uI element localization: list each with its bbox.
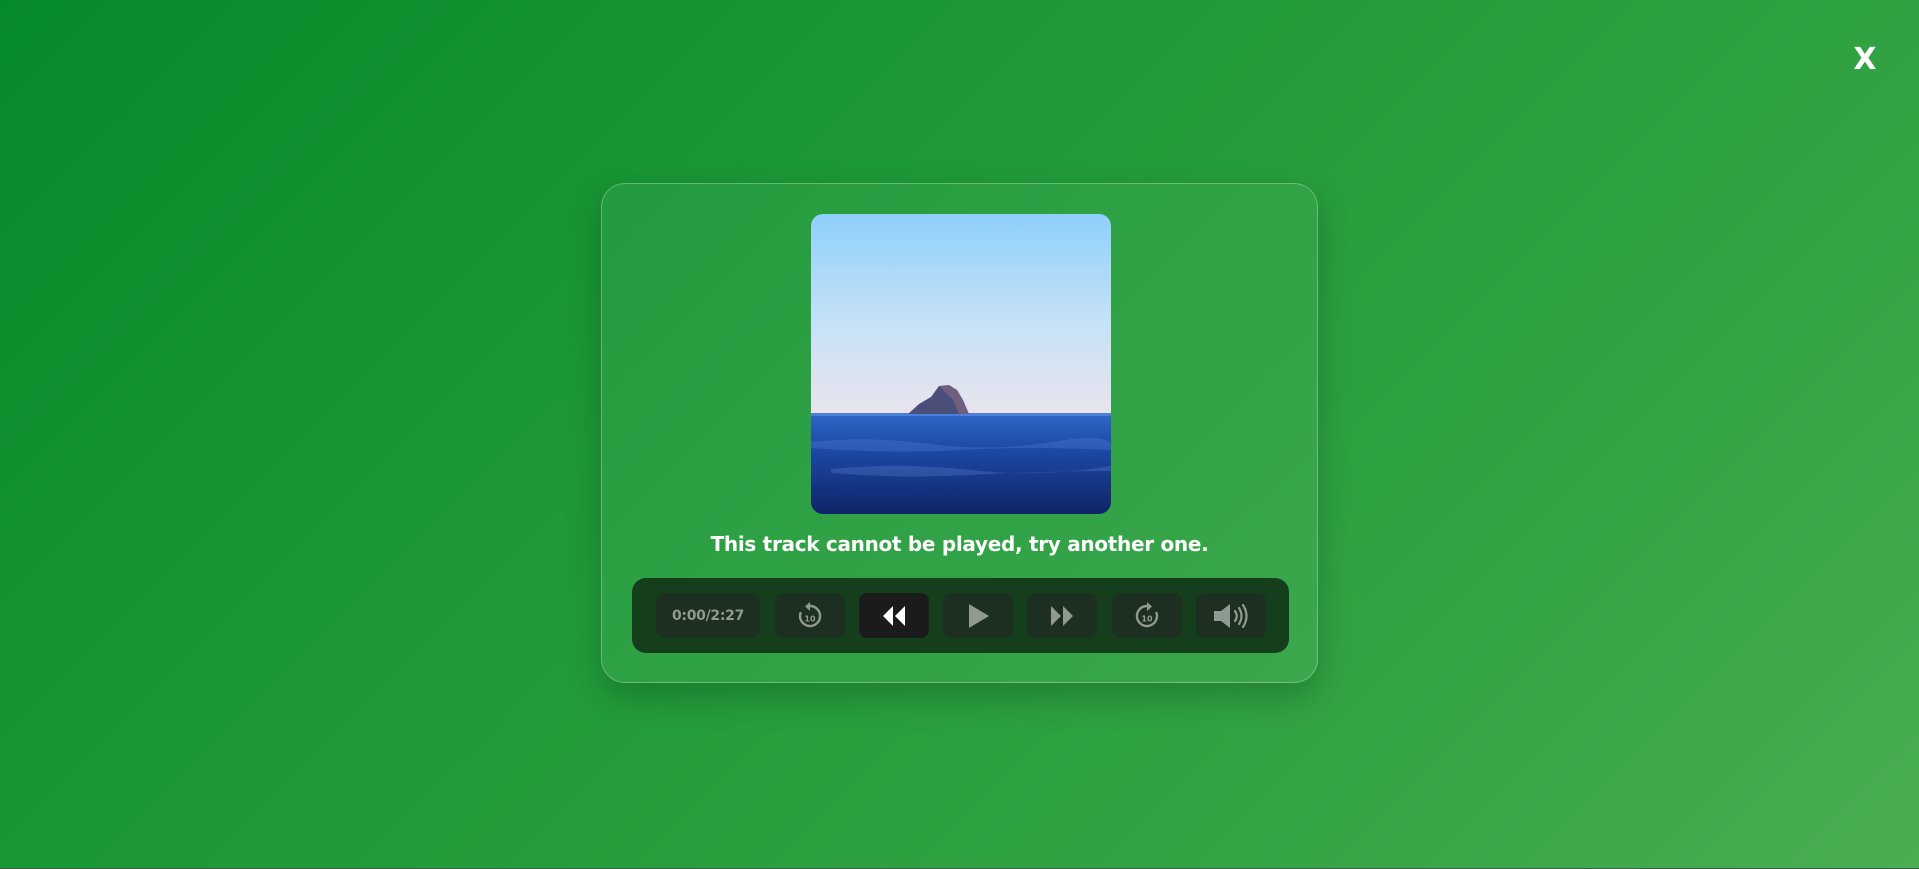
double-chevron-right-icon xyxy=(1051,605,1073,626)
speaker-icon xyxy=(1214,603,1248,628)
player-card: This track cannot be played, try another… xyxy=(601,183,1318,683)
album-artwork xyxy=(811,214,1111,514)
artwork-image xyxy=(811,214,1111,514)
rewind-10-label: 10 xyxy=(804,614,816,623)
error-message: This track cannot be played, try another… xyxy=(710,532,1209,556)
forward-10-label: 10 xyxy=(1141,614,1153,623)
forward-10-button[interactable]: 10 xyxy=(1112,593,1182,638)
volume-button[interactable] xyxy=(1196,593,1266,638)
play-icon xyxy=(969,603,989,628)
play-button[interactable] xyxy=(943,593,1013,638)
previous-track-button[interactable] xyxy=(859,593,929,638)
rewind-10-button[interactable]: 10 xyxy=(775,593,845,638)
forward-10-icon: 10 xyxy=(1135,601,1159,627)
double-chevron-left-icon xyxy=(883,605,905,626)
rewind-10-icon: 10 xyxy=(798,601,822,627)
player-controls: 0:00/2:27 10 10 xyxy=(632,578,1289,653)
next-track-button[interactable] xyxy=(1027,593,1097,638)
close-button[interactable]: X xyxy=(1850,40,1880,80)
time-display: 0:00/2:27 xyxy=(656,593,760,638)
